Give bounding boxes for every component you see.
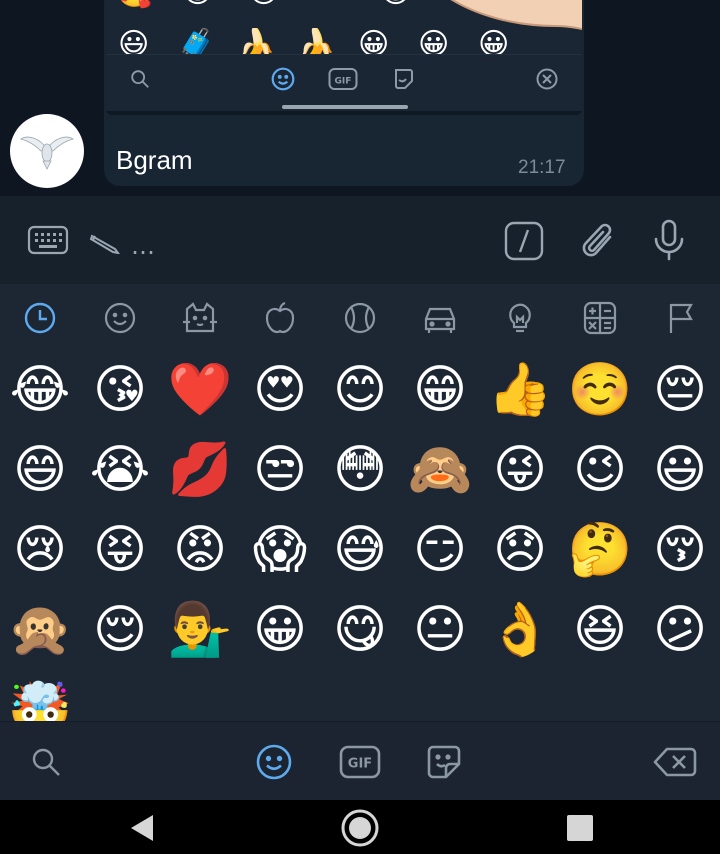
emoji-key[interactable]: 😊 bbox=[320, 350, 400, 430]
recent-clock-icon[interactable] bbox=[22, 300, 58, 336]
emoji-key[interactable]: 😞 bbox=[480, 510, 560, 590]
sender-name: Bgram bbox=[116, 145, 193, 175]
dove-icon bbox=[20, 136, 74, 170]
emoji-key[interactable]: ❤️ bbox=[160, 350, 240, 430]
embedded-footer bbox=[106, 111, 582, 115]
microphone-icon[interactable] bbox=[648, 218, 690, 262]
emoji-key[interactable]: 😆 bbox=[560, 590, 640, 670]
emoji-key[interactable]: 😄 bbox=[0, 430, 80, 510]
gif-icon[interactable]: GIF bbox=[338, 742, 382, 782]
embedded-screenshot[interactable]: 🥰😆😚😃😍😆😃🧳🍌🍌😀😀😀 GIF bbox=[106, 0, 582, 115]
emoji-key[interactable]: 💋 bbox=[160, 430, 240, 510]
emoji-key[interactable]: 😋 bbox=[320, 590, 400, 670]
emoji-key[interactable]: 😝 bbox=[80, 510, 160, 590]
message-input-bar: … bbox=[0, 196, 720, 284]
emoji-key[interactable]: 💁‍♂️ bbox=[160, 590, 240, 670]
emoji-key[interactable]: 😚 bbox=[640, 510, 720, 590]
emoji-key[interactable]: 😡 bbox=[160, 510, 240, 590]
keyboard-icon[interactable] bbox=[26, 222, 70, 258]
ball-icon[interactable] bbox=[342, 300, 378, 336]
emoji-key[interactable]: 😁 bbox=[400, 350, 480, 430]
flag-icon[interactable] bbox=[662, 300, 698, 336]
emoji-key[interactable]: 🙈 bbox=[400, 430, 480, 510]
emoji-icon[interactable] bbox=[254, 742, 294, 782]
emoji-icon bbox=[269, 65, 297, 93]
gif-icon: GIF bbox=[328, 65, 358, 93]
recents-icon[interactable] bbox=[560, 808, 600, 848]
emoji-key[interactable]: 😜 bbox=[480, 430, 560, 510]
system-navigation-bar bbox=[0, 800, 720, 854]
message-bubble[interactable]: 🥰😆😚😃😍😆😃🧳🍌🍌😀😀😀 GIF bbox=[104, 0, 584, 186]
car-icon[interactable] bbox=[422, 300, 458, 336]
smiley-icon[interactable] bbox=[102, 300, 138, 336]
search-icon bbox=[126, 65, 154, 93]
command-icon[interactable] bbox=[503, 220, 545, 262]
embedded-emoji: 😚 bbox=[248, 0, 279, 10]
emoji-bottom-bar: GIF bbox=[0, 721, 720, 800]
symbols-icon[interactable] bbox=[582, 300, 618, 336]
home-icon[interactable] bbox=[340, 808, 380, 848]
embedded-emoji: 🥰 bbox=[116, 0, 153, 10]
emoji-key[interactable]: 😘 bbox=[80, 350, 160, 430]
emoji-key[interactable]: 😏 bbox=[400, 510, 480, 590]
typing-dots: … bbox=[131, 232, 155, 260]
emoji-key[interactable]: 😀 bbox=[240, 590, 320, 670]
avatar[interactable] bbox=[10, 114, 84, 188]
emoji-key[interactable]: ☺️ bbox=[560, 350, 640, 430]
emoji-key[interactable]: 🤔 bbox=[560, 510, 640, 590]
attach-icon[interactable] bbox=[578, 220, 620, 262]
emoji-key[interactable]: 😒 bbox=[240, 430, 320, 510]
emoji-key[interactable]: 😔 bbox=[640, 350, 720, 430]
backspace-icon[interactable] bbox=[652, 742, 698, 782]
emoji-key[interactable]: 🤯 bbox=[0, 670, 80, 722]
search-icon[interactable] bbox=[26, 742, 66, 782]
backspace-icon bbox=[533, 65, 561, 93]
emoji-key[interactable]: 😳 bbox=[320, 430, 400, 510]
embedded-emoji: 😀 bbox=[358, 28, 390, 54]
emoji-key[interactable]: 😕 bbox=[640, 590, 720, 670]
emoji-key[interactable]: 😱 bbox=[240, 510, 320, 590]
pointing-hand-icon bbox=[450, 0, 582, 31]
message-time: 21:17 bbox=[518, 157, 566, 178]
emoji-key[interactable]: 🙊 bbox=[0, 590, 80, 670]
bulb-icon[interactable] bbox=[502, 300, 538, 336]
emoji-key[interactable]: 😌 bbox=[80, 590, 160, 670]
svg-text:GIF: GIF bbox=[335, 77, 352, 87]
emoji-key[interactable]: 😉 bbox=[560, 430, 640, 510]
svg-text:GIF: GIF bbox=[348, 757, 372, 772]
embedded-emoji: 🍌 bbox=[298, 28, 336, 54]
cat-icon[interactable] bbox=[182, 300, 218, 336]
emoji-grid: 😂 😘 ❤️ 😍 😊 😁 👍 ☺️ 😔 😄 😭 💋 😒 😳 🙈 😜 😉 😃 😢 😝 😡 😱 😅 😏 😞 🤔 😚 🙊 😌 💁‍♂️ 😀 😋 😐 👌 😆… bbox=[0, 350, 720, 722]
embedded-drag-handle bbox=[282, 105, 408, 109]
embedded-emoji: 🧳 bbox=[178, 28, 216, 54]
embedded-emoji: 😆 bbox=[182, 0, 213, 10]
emoji-key[interactable]: 😂 bbox=[0, 350, 80, 430]
pencil-icon bbox=[88, 230, 122, 256]
sticker-icon[interactable] bbox=[424, 742, 464, 782]
emoji-key[interactable]: 👍 bbox=[480, 350, 560, 430]
emoji-key[interactable]: 😅 bbox=[320, 510, 400, 590]
emoji-key[interactable]: 👌 bbox=[480, 590, 560, 670]
emoji-key[interactable]: 😍 bbox=[240, 350, 320, 430]
chat-area: 🥰😆😚😃😍😆😃🧳🍌🍌😀😀😀 GIF bbox=[0, 0, 720, 196]
embedded-emoji: 🍌 bbox=[238, 28, 276, 54]
emoji-key[interactable]: 😭 bbox=[80, 430, 160, 510]
sticker-icon bbox=[389, 65, 417, 93]
back-icon[interactable] bbox=[122, 808, 162, 848]
embedded-emoji: 😃 bbox=[118, 28, 150, 54]
emoji-key[interactable]: 😐 bbox=[400, 590, 480, 670]
emoji-key[interactable]: 😢 bbox=[0, 510, 80, 590]
apple-icon[interactable] bbox=[262, 300, 298, 336]
emoji-panel: 😂 😘 ❤️ 😍 😊 😁 👍 ☺️ 😔 😄 😭 💋 😒 😳 🙈 😜 😉 😃 😢 😝 😡 😱 😅 😏 😞 🤔 😚 🙊 😌 💁‍♂️ 😀 😋 😐 👌 😆… bbox=[0, 284, 720, 800]
emoji-category-bar bbox=[0, 284, 720, 350]
emoji-key[interactable]: 😃 bbox=[640, 430, 720, 510]
